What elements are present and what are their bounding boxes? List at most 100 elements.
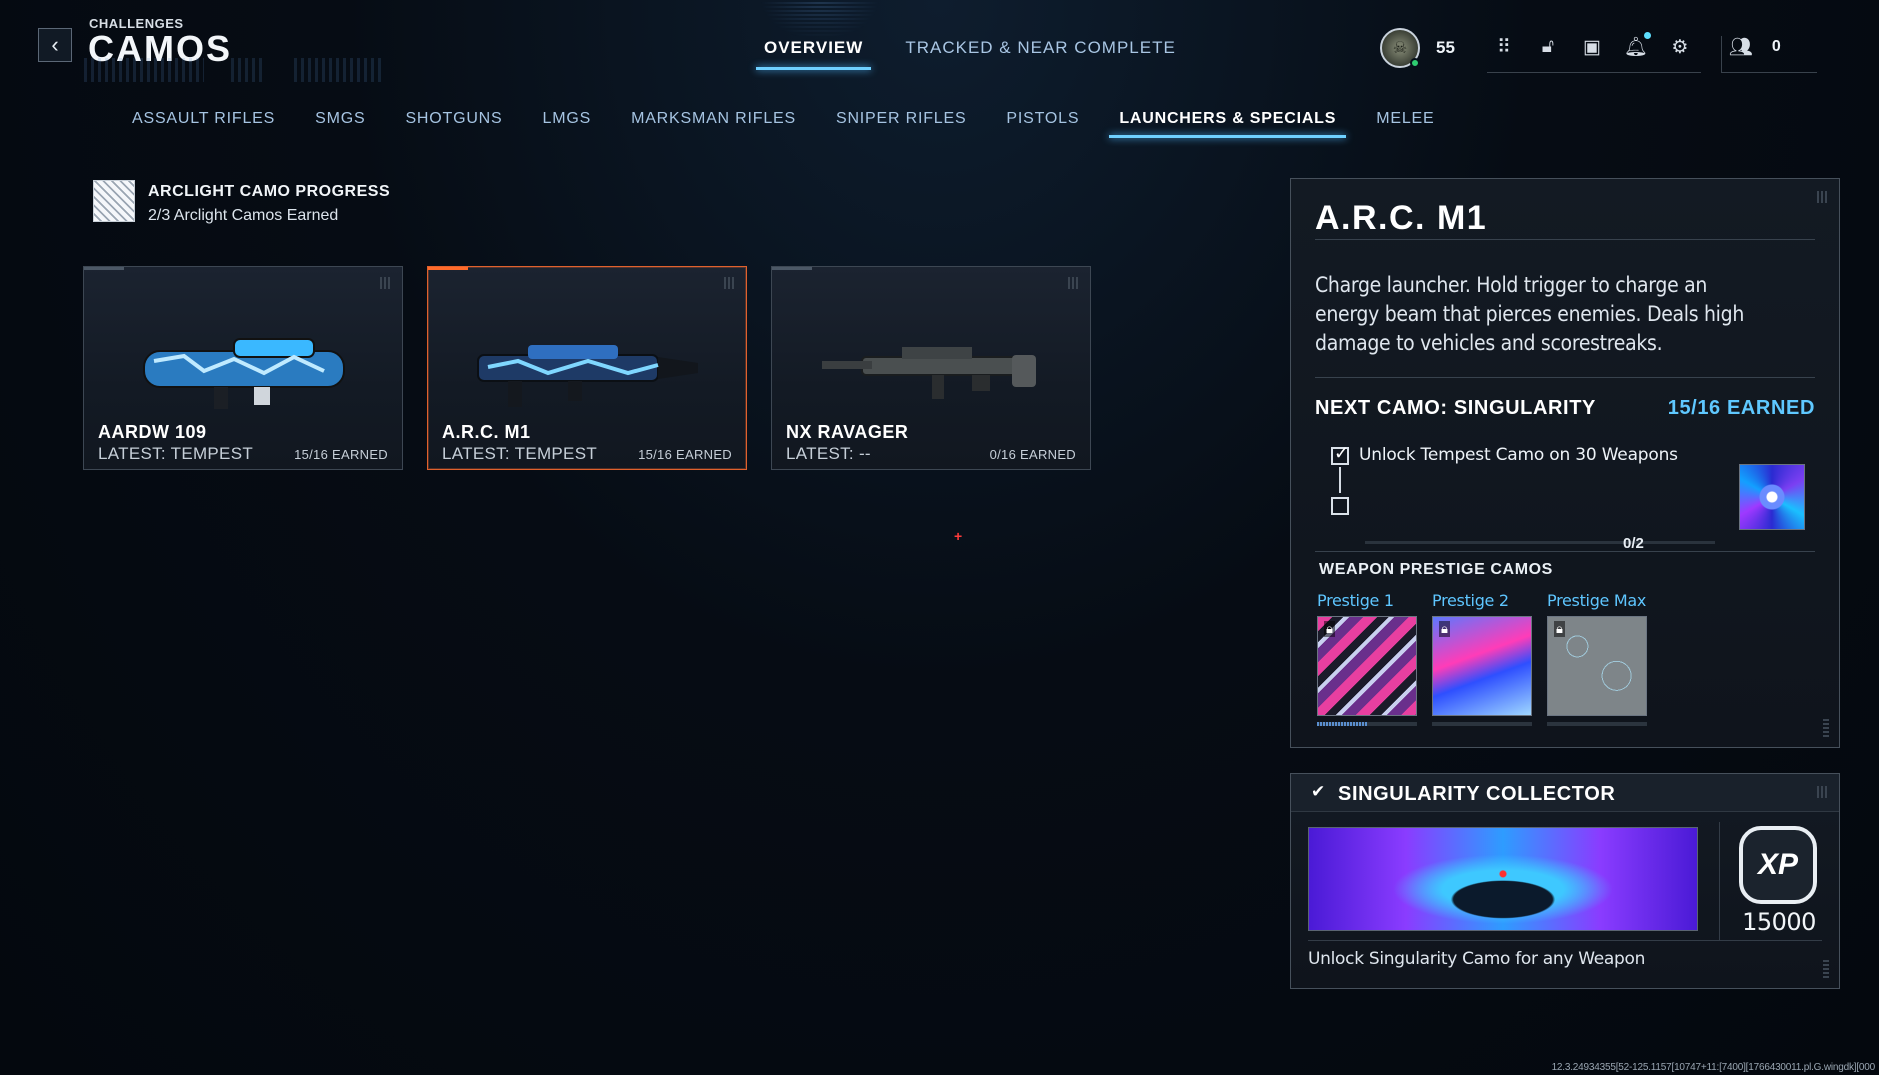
collector-title: SINGULARITY COLLECTOR (1338, 783, 1616, 805)
task-checkbox-done (1331, 443, 1349, 465)
weapon-earned-count: 15/16 EARNED (294, 447, 388, 462)
card-corner-icon (1068, 277, 1080, 289)
task-checkbox-empty (1331, 497, 1349, 515)
player-level: 55 (1436, 37, 1455, 57)
weapon-latest-camo: LATEST: TEMPEST (442, 444, 598, 463)
unlock-icon[interactable]: 🔓︎ (1537, 36, 1559, 58)
friends-group[interactable]: 👥︎ 0 (1720, 36, 1817, 73)
divider (1719, 822, 1720, 940)
weapon-card-aardw-109[interactable]: AARDW 109 LATEST: TEMPEST 15/16 EARNED (83, 266, 403, 470)
xp-amount: 15000 (1742, 908, 1816, 936)
singularity-camo-preview (1739, 464, 1805, 530)
arclight-camo-icon (93, 180, 135, 222)
prestige-label: Prestige Max (1547, 591, 1647, 610)
prestige-camo-image: 🔒︎ (1317, 616, 1417, 716)
task-connector (1339, 467, 1341, 493)
prestige-camo-2[interactable]: Prestige 2 🔒︎ (1432, 591, 1532, 726)
panel-resize-icon (1823, 719, 1829, 737)
tab-marksman-rifles[interactable]: MARKSMAN RIFLES (631, 110, 796, 138)
chevron-left-icon: ‹ (51, 32, 59, 57)
tab-lmgs[interactable]: LMGS (543, 110, 592, 138)
panel-resize-icon (1823, 960, 1829, 978)
collector-header: ✔ SINGULARITY COLLECTOR (1291, 774, 1839, 812)
divider (1315, 377, 1815, 378)
xp-badge-icon: XP (1739, 826, 1817, 904)
weapon-latest-camo: LATEST: TEMPEST (98, 444, 254, 463)
tab-assault-rifles[interactable]: ASSAULT RIFLES (132, 110, 275, 138)
gear-icon[interactable]: ⚙ (1669, 36, 1691, 58)
title-decoration (84, 58, 384, 82)
card-corner-icon (380, 277, 392, 289)
card-accent (84, 267, 124, 270)
weapon-image-arc-m1 (477, 345, 698, 407)
friends-count: 0 (1771, 38, 1781, 55)
panel-corner-icon (1817, 786, 1829, 798)
progress-title: ARCLIGHT CAMO PROGRESS (148, 183, 391, 200)
task-progress-count: 0/2 (1623, 535, 1644, 552)
tab-melee[interactable]: MELEE (1376, 110, 1434, 138)
lock-icon: 🔒︎ (1439, 621, 1450, 637)
grid-menu-icon[interactable]: ⠿ (1493, 36, 1515, 58)
notification-dot (1643, 32, 1651, 39)
prestige-label: Prestige 2 (1432, 591, 1509, 610)
lock-icon: 🔒︎ (1324, 621, 1335, 637)
divider (1308, 940, 1822, 941)
card-corner-icon (724, 277, 736, 289)
weapon-details-panel: A.R.C. M1 Charge launcher. Hold trigger … (1290, 178, 1840, 748)
card-accent (772, 267, 812, 270)
prestige-label: Prestige 1 (1317, 591, 1394, 610)
prestige-camo-image: 🔒︎ (1547, 616, 1647, 716)
tab-launchers-specials[interactable]: LAUNCHERS & SPECIALS (1109, 110, 1347, 138)
store-icon[interactable]: ▣ (1581, 36, 1603, 58)
build-info: 12.3.24934355[52-125.1157[10747+11:[7400… (1551, 1062, 1876, 1073)
prestige-progress-bar (1317, 722, 1417, 726)
hud-bar: ☠ 55 ⠿ 🔓︎ ▣ 🔔︎ ⚙ 👥︎ 0 (1380, 22, 1817, 73)
weapon-description: Charge launcher. Hold trigger to charge … (1315, 273, 1745, 355)
weapon-image-nx-ravager (822, 347, 1036, 399)
next-camo-label: NEXT CAMO: SINGULARITY (1315, 397, 1596, 419)
hud-icon-group: ⠿ 🔓︎ ▣ 🔔︎ ⚙ (1486, 32, 1701, 73)
divider (1315, 551, 1815, 552)
divider (1315, 239, 1815, 240)
online-status-dot (1410, 57, 1420, 68)
singularity-collector-panel: ✔ SINGULARITY COLLECTOR XP 15000 Unlock … (1290, 773, 1840, 989)
collector-reward-banner (1308, 827, 1698, 931)
tab-glow-decoration (760, 0, 880, 40)
lock-icon: 🔒︎ (1554, 621, 1565, 637)
avatar[interactable]: ☠ (1380, 27, 1420, 68)
prestige-title: WEAPON PRESTIGE CAMOS (1319, 561, 1553, 578)
weapon-earned-count: 0/16 EARNED (989, 447, 1076, 462)
task-progress-bar (1365, 541, 1715, 544)
weapon-card-nx-ravager[interactable]: NX RAVAGER LATEST: -- 0/16 EARNED (771, 266, 1091, 470)
weapon-card-arc-m1[interactable]: A.R.C. M1 LATEST: TEMPEST 15/16 EARNED (427, 266, 747, 470)
player-emblem-icon: ☠ (1392, 39, 1408, 57)
weapon-image-aardw (143, 338, 345, 409)
weapon-earned-count: 15/16 EARNED (638, 447, 732, 462)
task-text: Unlock Tempest Camo on 30 Weapons (1359, 445, 1678, 465)
prestige-camo-1[interactable]: Prestige 1 🔒︎ (1317, 591, 1417, 726)
prestige-progress-bar (1432, 722, 1532, 726)
weapon-name: A.R.C. M1 (442, 422, 531, 442)
cursor-marker: + (954, 528, 963, 544)
prestige-camo-max[interactable]: Prestige Max 🔒︎ (1547, 591, 1647, 726)
tab-shotguns[interactable]: SHOTGUNS (405, 110, 502, 138)
weapon-name: NX RAVAGER (786, 422, 909, 442)
friends-icon: 👥︎ (1728, 37, 1753, 58)
prestige-camo-image: 🔒︎ (1432, 616, 1532, 716)
weapon-latest-camo: LATEST: -- (786, 444, 871, 463)
bell-icon[interactable]: 🔔︎ (1624, 32, 1651, 58)
prestige-progress-bar (1547, 722, 1647, 726)
top-tabs: OVERVIEW TRACKED & NEAR COMPLETE (755, 38, 1176, 70)
progress-subtitle: 2/3 Arclight Camos Earned (148, 207, 339, 224)
tab-overview[interactable]: OVERVIEW (755, 38, 872, 70)
tab-tracked-near-complete[interactable]: TRACKED & NEAR COMPLETE (905, 38, 1176, 66)
card-accent (428, 267, 468, 270)
tab-pistols[interactable]: PISTOLS (1006, 110, 1079, 138)
check-icon: ✔ (1311, 782, 1326, 801)
back-button[interactable]: ‹ (38, 28, 72, 62)
collector-task: Unlock Singularity Camo for any Weapon (1308, 949, 1646, 969)
tab-smgs[interactable]: SMGS (315, 110, 365, 138)
next-camo-earned: 15/16 EARNED (1667, 397, 1815, 419)
tab-sniper-rifles[interactable]: SNIPER RIFLES (836, 110, 966, 138)
details-weapon-name: A.R.C. M1 (1315, 199, 1488, 237)
